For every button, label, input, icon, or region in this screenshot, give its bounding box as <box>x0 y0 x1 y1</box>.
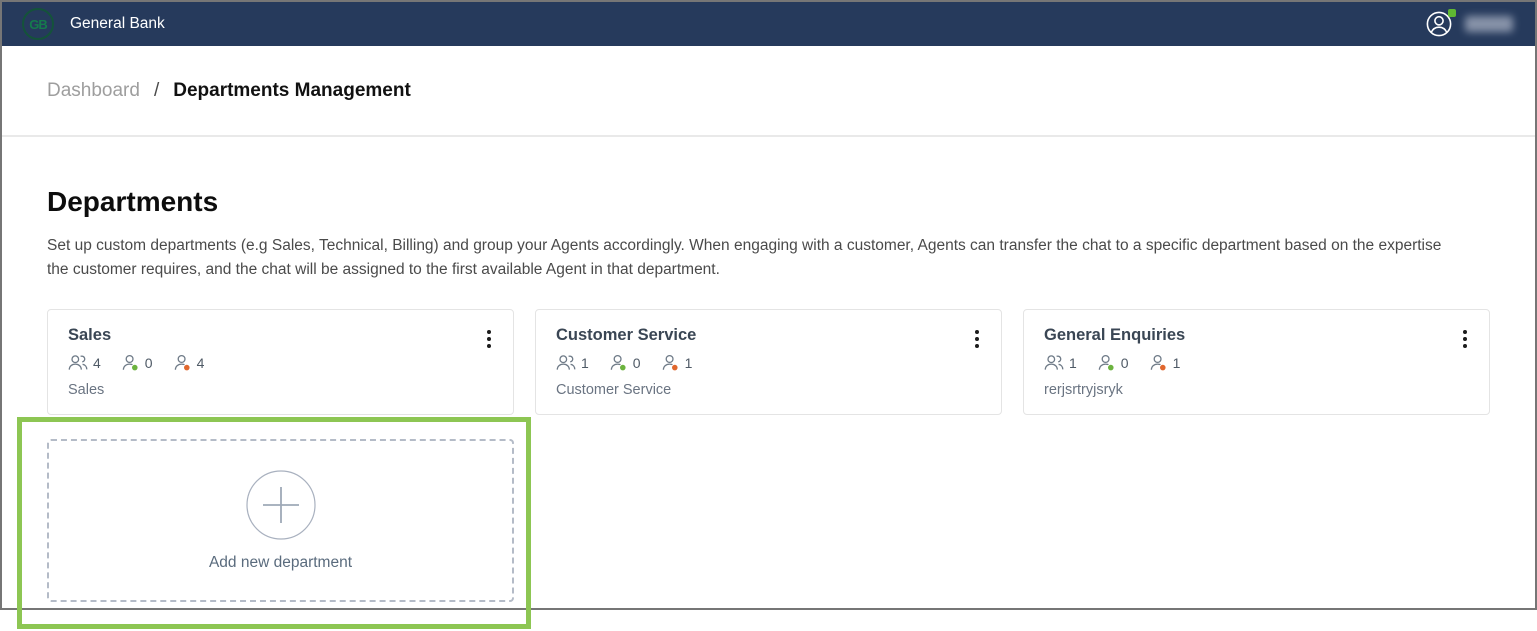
offline-agents-count: 4 <box>197 355 205 371</box>
agents-online-icon <box>121 354 140 371</box>
app-window: GB General Bank Dashboard / Departments … <box>0 0 1537 610</box>
online-agents-stat: 0 <box>609 354 641 371</box>
add-new-department-button[interactable]: Add new department <box>47 439 514 602</box>
agents-total-icon <box>556 354 576 371</box>
department-card-sales: Sales 4 <box>47 309 514 415</box>
user-name-blurred <box>1465 16 1513 32</box>
agents-total-icon <box>68 354 88 371</box>
top-navbar: GB General Bank <box>2 2 1535 46</box>
total-agents-count: 1 <box>1069 355 1077 371</box>
department-description: rerjsrtryjsryk <box>1044 382 1469 398</box>
offline-agents-count: 1 <box>1173 355 1181 371</box>
breadcrumb-separator: / <box>154 80 159 102</box>
agent-stats: 1 0 <box>1044 354 1469 371</box>
department-name: General Enquiries <box>1044 326 1469 345</box>
general-bank-logo-icon: GB <box>22 8 54 40</box>
page-description: Set up custom departments (e.g Sales, Te… <box>47 234 1447 281</box>
kebab-menu-icon[interactable] <box>479 327 499 351</box>
offline-agents-stat: 4 <box>173 354 205 371</box>
breadcrumb-current-page: Departments Management <box>173 80 411 102</box>
online-agents-count: 0 <box>1121 355 1129 371</box>
kebab-menu-icon[interactable] <box>967 327 987 351</box>
total-agents-stat: 1 <box>1044 354 1077 371</box>
agents-offline-icon <box>173 354 192 371</box>
user-menu[interactable] <box>1425 10 1513 38</box>
offline-agents-stat: 1 <box>1149 354 1181 371</box>
total-agents-count: 4 <box>93 355 101 371</box>
online-status-dot-icon <box>1448 9 1456 17</box>
plus-icon <box>246 470 316 540</box>
total-agents-count: 1 <box>581 355 589 371</box>
total-agents-stat: 4 <box>68 354 101 371</box>
department-description: Sales <box>68 382 493 398</box>
total-agents-stat: 1 <box>556 354 589 371</box>
online-agents-stat: 0 <box>121 354 153 371</box>
departments-list: Sales 4 <box>47 309 1490 415</box>
user-avatar-icon[interactable] <box>1425 10 1453 38</box>
department-name: Sales <box>68 326 493 345</box>
offline-agents-count: 1 <box>685 355 693 371</box>
agent-stats: 1 0 <box>556 354 981 371</box>
agents-online-icon <box>1097 354 1116 371</box>
online-agents-count: 0 <box>633 355 641 371</box>
breadcrumb: Dashboard / Departments Management <box>2 46 1535 137</box>
agents-total-icon <box>1044 354 1064 371</box>
main-content: Departments Set up custom departments (e… <box>2 185 1535 602</box>
online-agents-stat: 0 <box>1097 354 1129 371</box>
breadcrumb-dashboard-link[interactable]: Dashboard <box>47 80 140 102</box>
agents-online-icon <box>609 354 628 371</box>
department-name: Customer Service <box>556 326 981 345</box>
add-new-department-label: Add new department <box>209 554 352 572</box>
agents-offline-icon <box>661 354 680 371</box>
agent-stats: 4 0 <box>68 354 493 371</box>
agents-offline-icon <box>1149 354 1168 371</box>
department-card-general-enquiries: General Enquiries 1 <box>1023 309 1490 415</box>
department-card-customer-service: Customer Service 1 <box>535 309 1002 415</box>
department-description: Customer Service <box>556 382 981 398</box>
kebab-menu-icon[interactable] <box>1455 327 1475 351</box>
offline-agents-stat: 1 <box>661 354 693 371</box>
page-title: Departments <box>47 185 1490 218</box>
brand-title: General Bank <box>70 15 165 33</box>
online-agents-count: 0 <box>145 355 153 371</box>
